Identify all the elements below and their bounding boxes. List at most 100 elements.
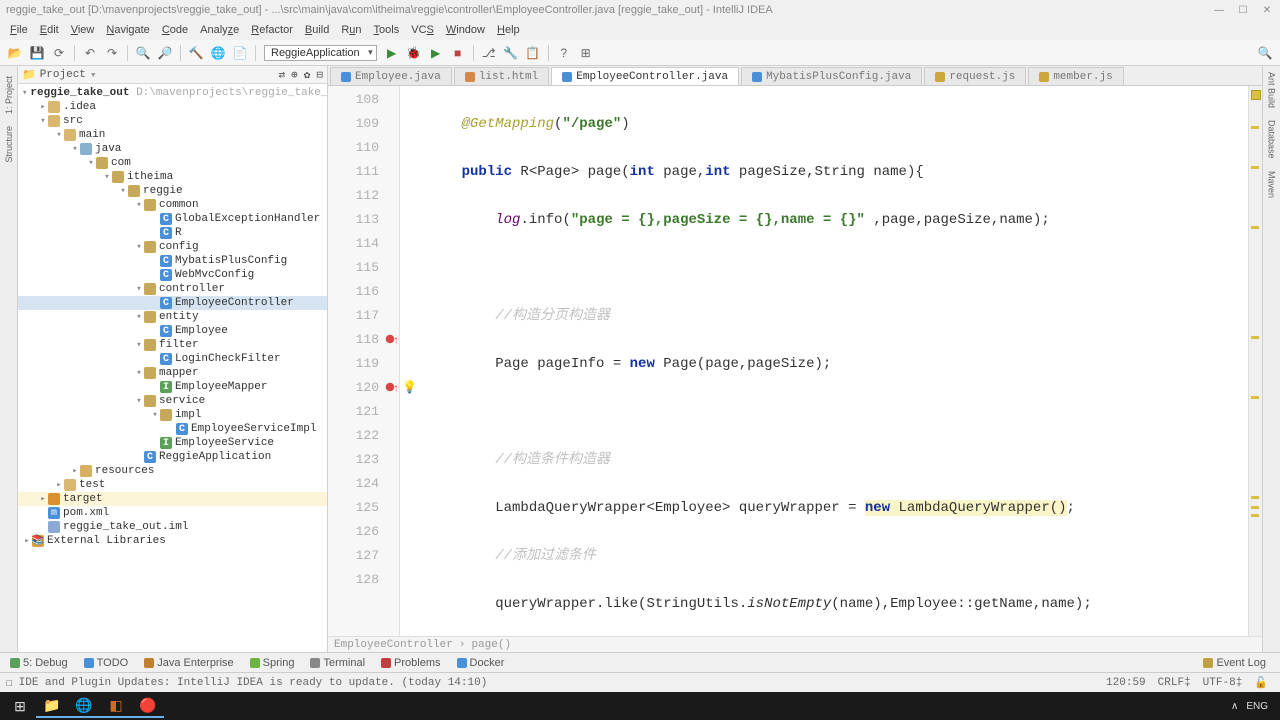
tree-item[interactable]: mpom.xml: [18, 506, 327, 520]
menu-analyze[interactable]: Analyze: [194, 24, 245, 36]
tree-item[interactable]: ▾controller: [18, 282, 327, 296]
tree-item[interactable]: ▸.idea: [18, 100, 327, 114]
coverage-icon[interactable]: ▶: [427, 44, 445, 62]
debug-icon[interactable]: 🐞: [405, 44, 423, 62]
tab-employee[interactable]: Employee.java: [330, 67, 452, 85]
tree-item[interactable]: ▸test: [18, 478, 327, 492]
menu-refactor[interactable]: Refactor: [245, 24, 299, 36]
tree-item[interactable]: ▾reggie: [18, 184, 327, 198]
error-stripe[interactable]: [1248, 86, 1262, 636]
project-collapse-icon[interactable]: ⇄: [279, 68, 286, 82]
menu-help[interactable]: Help: [491, 24, 526, 36]
tree-item[interactable]: CEmployeeServiceImpl: [18, 422, 327, 436]
forward-icon[interactable]: 🔎: [156, 44, 174, 62]
tab-todo[interactable]: TODO: [78, 657, 135, 669]
project-hide-icon[interactable]: ⊟: [316, 68, 323, 82]
tab-list-html[interactable]: list.html: [454, 67, 549, 85]
tree-item[interactable]: ▾java: [18, 142, 327, 156]
taskbar-chrome[interactable]: 🔴: [132, 694, 164, 718]
tree-item[interactable]: ▾common: [18, 198, 327, 212]
tree-item[interactable]: IEmployeeService: [18, 436, 327, 450]
project-target-icon[interactable]: ⊕: [291, 68, 298, 82]
tab-member-js[interactable]: member.js: [1028, 67, 1123, 85]
project-tree[interactable]: ▾reggie_take_out D:\mavenprojects\reggie…: [18, 84, 327, 652]
tree-item[interactable]: ▾impl: [18, 408, 327, 422]
tree-item[interactable]: CGlobalExceptionHandler: [18, 212, 327, 226]
maximize-button[interactable]: ☐: [1236, 3, 1250, 17]
ant-tool-label[interactable]: Ant Build: [1267, 72, 1277, 108]
tab-debug[interactable]: 5: Debug: [4, 657, 74, 669]
code-editor[interactable]: 108 109 110 111 112 113 114 115 116 117 …: [328, 86, 1262, 636]
tree-item[interactable]: IEmployeeMapper: [18, 380, 327, 394]
tray-lang[interactable]: ENG: [1246, 701, 1268, 712]
breadcrumb[interactable]: EmployeeController›page(): [328, 636, 1262, 652]
save-icon[interactable]: 💾: [28, 44, 46, 62]
menu-code[interactable]: Code: [156, 24, 194, 36]
menu-file[interactable]: File: [4, 24, 34, 36]
taskbar-explorer[interactable]: 📁: [36, 694, 68, 718]
start-button[interactable]: ⊞: [4, 694, 36, 718]
status-icon[interactable]: ☐: [6, 676, 13, 690]
structure-icon[interactable]: 📋: [524, 44, 542, 62]
maven-tool-label[interactable]: Maven: [1267, 171, 1277, 198]
minimize-button[interactable]: —: [1212, 3, 1226, 17]
tree-item[interactable]: CLoginCheckFilter: [18, 352, 327, 366]
redo-icon[interactable]: ↷: [103, 44, 121, 62]
tab-terminal[interactable]: Terminal: [304, 657, 371, 669]
tree-item[interactable]: CEmployee: [18, 324, 327, 338]
project-tool-label[interactable]: 1: Project: [4, 76, 14, 114]
tab-java-enterprise[interactable]: Java Enterprise: [138, 657, 239, 669]
tree-item[interactable]: ▾src: [18, 114, 327, 128]
tree-item[interactable]: ▸📚External Libraries: [18, 534, 327, 548]
tree-root[interactable]: ▾reggie_take_out D:\mavenprojects\reggie…: [18, 86, 327, 100]
vcs-icon[interactable]: ⎇: [480, 44, 498, 62]
tab-employee-controller[interactable]: EmployeeController.java: [551, 67, 739, 85]
close-button[interactable]: ✕: [1260, 3, 1274, 17]
tree-item[interactable]: CMybatisPlusConfig: [18, 254, 327, 268]
file-encoding[interactable]: UTF-8‡: [1197, 677, 1249, 689]
structure-tool-label[interactable]: Structure: [4, 126, 14, 163]
menu-run[interactable]: Run: [335, 24, 367, 36]
sync-icon[interactable]: ⟳: [50, 44, 68, 62]
tray-chevron-icon[interactable]: ∧: [1231, 701, 1238, 712]
tree-item[interactable]: ▾service: [18, 394, 327, 408]
menu-build[interactable]: Build: [299, 24, 335, 36]
tree-item[interactable]: reggie_take_out.iml: [18, 520, 327, 534]
menu-tools[interactable]: Tools: [368, 24, 406, 36]
tree-item[interactable]: ▸target: [18, 492, 327, 506]
tree-item[interactable]: CWebMvcConfig: [18, 268, 327, 282]
help-icon[interactable]: ?: [555, 44, 573, 62]
tree-item[interactable]: ▾filter: [18, 338, 327, 352]
tab-problems[interactable]: Problems: [375, 657, 446, 669]
menu-navigate[interactable]: Navigate: [100, 24, 155, 36]
stop-icon[interactable]: ■: [449, 44, 467, 62]
tree-item[interactable]: ▾mapper: [18, 366, 327, 380]
line-separator[interactable]: CRLF‡: [1152, 677, 1197, 689]
tab-mybatis-config[interactable]: MybatisPlusConfig.java: [741, 67, 922, 85]
caret-position[interactable]: 120:59: [1100, 677, 1152, 689]
git-branch[interactable]: 🔓: [1248, 676, 1274, 690]
settings-icon[interactable]: 🔧: [502, 44, 520, 62]
tree-item[interactable]: CReggieApplication: [18, 450, 327, 464]
menu-view[interactable]: View: [65, 24, 101, 36]
database-tool-label[interactable]: Database: [1267, 120, 1277, 159]
menu-vcs[interactable]: VCS: [405, 24, 440, 36]
undo-icon[interactable]: ↶: [81, 44, 99, 62]
run-icon[interactable]: ▶: [383, 44, 401, 62]
tab-event-log[interactable]: Event Log: [1197, 657, 1272, 669]
tree-item-selected[interactable]: CEmployeeController: [18, 296, 327, 310]
tab-spring[interactable]: Spring: [244, 657, 301, 669]
code-body[interactable]: @GetMapping("/page") public R<Page> page…: [420, 86, 1248, 636]
intention-bulb-icon[interactable]: 💡: [402, 380, 417, 394]
tree-item[interactable]: ▾main: [18, 128, 327, 142]
search-everywhere-icon[interactable]: ⊞: [577, 44, 595, 62]
nav-back-icon[interactable]: 🌐: [209, 44, 227, 62]
tree-item[interactable]: ▾com: [18, 156, 327, 170]
project-settings-icon[interactable]: ✿: [304, 68, 311, 82]
tree-item[interactable]: ▾entity: [18, 310, 327, 324]
tree-item[interactable]: ▸resources: [18, 464, 327, 478]
tree-item[interactable]: ▾itheima: [18, 170, 327, 184]
find-icon[interactable]: 🔍: [1256, 44, 1274, 62]
taskbar-intellij[interactable]: ◧: [100, 694, 132, 718]
tree-item[interactable]: ▾config: [18, 240, 327, 254]
